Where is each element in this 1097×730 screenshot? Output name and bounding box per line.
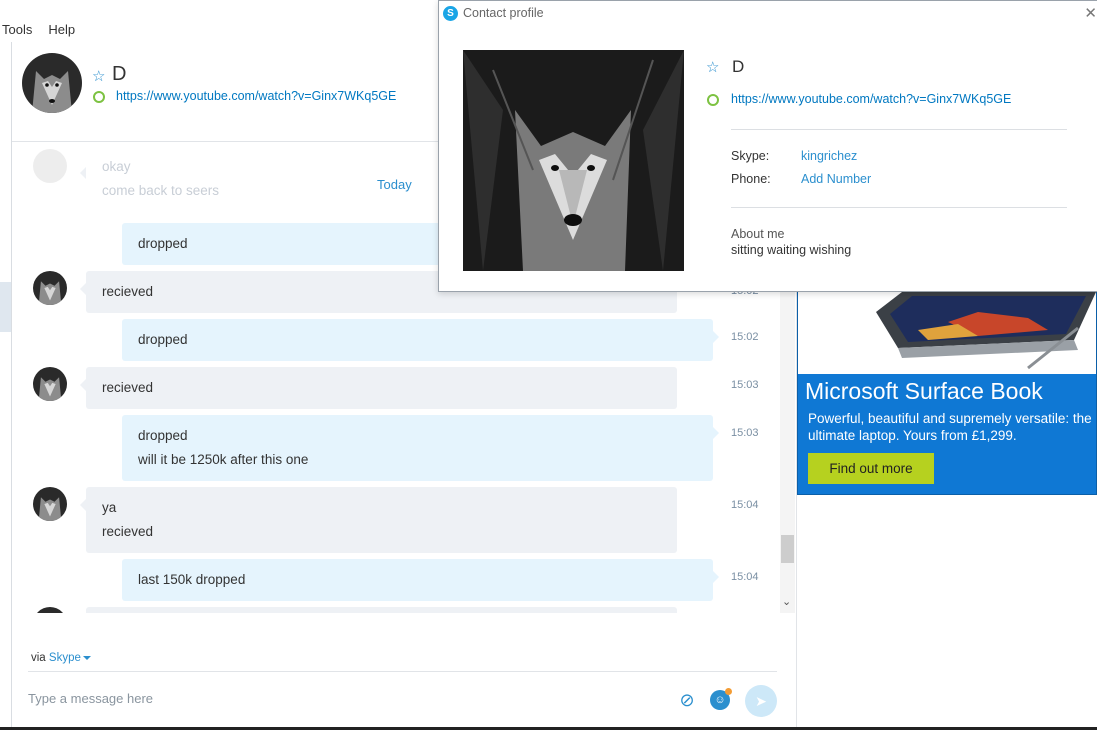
message-text: dropped — [138, 428, 188, 443]
selected-conversation-marker[interactable] — [0, 282, 11, 332]
divider — [731, 129, 1067, 130]
ad-text-panel: Microsoft Surface Book Powerful, beautif… — [798, 374, 1096, 494]
sender-avatar[interactable] — [33, 149, 67, 183]
message-input[interactable] — [28, 684, 658, 712]
sender-avatar[interactable] — [33, 367, 67, 401]
ad-title: Microsoft Surface Book — [805, 378, 1043, 404]
favorite-star-icon[interactable]: ☆ — [92, 67, 105, 85]
message-bubble-outgoing: dropped will it be 1250k after this one — [122, 415, 719, 481]
favorite-star-icon[interactable]: ☆ — [706, 58, 719, 76]
send-via-selector[interactable]: via Skype — [31, 652, 91, 664]
message-timestamp: 15:02 — [731, 331, 759, 343]
online-status-icon — [707, 94, 719, 106]
sender-avatar[interactable] — [33, 607, 67, 613]
message-timestamp: 15:03 — [731, 427, 759, 439]
menu-bar: Tools Help — [0, 22, 89, 42]
message-timestamp: 15:04 — [731, 571, 759, 583]
paperclip-icon[interactable]: ⊘ — [676, 689, 698, 711]
skype-window: Tools Help ☆ D https://www.youtube.com/w… — [0, 0, 1097, 730]
message-bubble-outgoing: last 150k dropped — [122, 559, 719, 601]
message-text: will it be 1250k after this one — [138, 452, 309, 467]
message-timestamp: 15:04 — [731, 499, 759, 511]
message-text: last 150k dropped — [138, 572, 246, 587]
window-title: Contact profile — [463, 6, 544, 20]
ad-laptop-image — [798, 292, 1096, 374]
scrollbar-thumb[interactable] — [781, 535, 794, 563]
message-bubble-incoming — [86, 607, 677, 613]
contact-name: D — [112, 63, 127, 85]
phone-label: Phone: — [731, 172, 771, 186]
divider — [28, 671, 777, 672]
date-separator: Today — [377, 177, 412, 192]
add-number-link[interactable]: Add Number — [801, 172, 871, 186]
message-text: dropped — [138, 332, 188, 347]
menu-tools[interactable]: Tools — [0, 22, 32, 42]
message-bubble-incoming: recieved — [80, 367, 677, 409]
profile-name: D — [732, 57, 745, 76]
profile-picture — [463, 50, 684, 271]
chevron-down-icon[interactable] — [82, 655, 91, 660]
about-me-text: sitting waiting wishing — [731, 243, 852, 257]
via-label: via — [31, 652, 46, 664]
contact-profile-window: S Contact profile ✕ ☆ D https://www.yout… — [438, 0, 1097, 292]
message-bubble-outgoing: dropped — [122, 319, 719, 361]
contact-avatar[interactable] — [22, 53, 82, 113]
sender-avatar[interactable] — [33, 487, 67, 521]
message-text: recieved — [102, 524, 154, 539]
close-icon[interactable]: ✕ — [1084, 4, 1097, 22]
online-status-icon — [93, 91, 105, 103]
advertisement[interactable]: Microsoft Surface Book Powerful, beautif… — [797, 291, 1097, 495]
skype-logo-icon: S — [443, 6, 458, 21]
via-channel[interactable]: Skype — [49, 652, 81, 664]
message-text: ya — [102, 500, 117, 515]
profile-mood-link[interactable]: https://www.youtube.com/watch?v=Ginx7WKq… — [731, 92, 1011, 106]
message-bubble-incoming: ya recieved — [80, 487, 677, 553]
message-text: recieved — [102, 380, 154, 395]
sidebar-edge — [0, 42, 12, 730]
ad-body: Powerful, beautiful and supremely versat… — [808, 411, 1092, 443]
sender-avatar[interactable] — [33, 271, 67, 305]
mood-message-link[interactable]: https://www.youtube.com/watch?v=Ginx7WKq… — [116, 89, 396, 103]
skype-label: Skype: — [731, 149, 770, 163]
message-timestamp: 15:03 — [731, 379, 759, 391]
find-out-more-button[interactable]: Find out more — [808, 453, 934, 484]
skype-name[interactable]: kingrichez — [801, 149, 857, 163]
menu-help[interactable]: Help — [46, 22, 75, 42]
emoticon-icon[interactable]: ☺ — [710, 688, 732, 710]
scroll-down-icon[interactable]: ⌄ — [782, 595, 791, 608]
send-icon[interactable]: ➤ — [745, 685, 777, 717]
about-me-label: About me — [731, 227, 785, 241]
divider — [731, 207, 1067, 208]
